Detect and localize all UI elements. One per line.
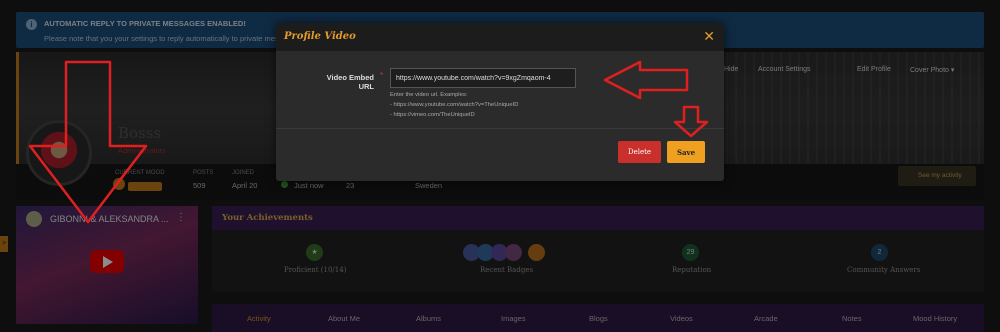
save-arrow-annotation bbox=[673, 105, 709, 138]
annotation-arrows bbox=[28, 60, 709, 224]
left-arrow-annotation bbox=[603, 60, 689, 100]
down-arrow-annotation bbox=[28, 60, 148, 224]
